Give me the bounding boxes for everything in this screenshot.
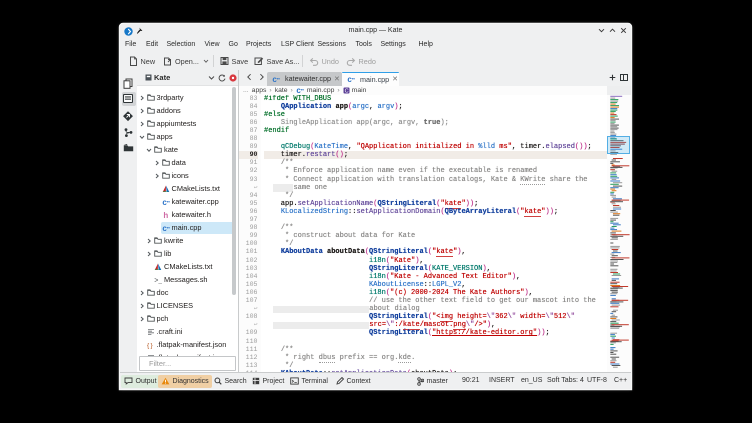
svg-text:C: C	[344, 88, 348, 93]
svg-text:{ }: { }	[147, 342, 153, 348]
svg-text:>_: >_	[154, 277, 162, 283]
svg-text:c: c	[162, 198, 167, 206]
svg-text:c: c	[162, 224, 167, 232]
svg-text:c: c	[272, 75, 277, 83]
svg-text:c: c	[347, 75, 352, 83]
svg-text:h: h	[163, 211, 168, 219]
svg-text:c: c	[296, 86, 301, 94]
